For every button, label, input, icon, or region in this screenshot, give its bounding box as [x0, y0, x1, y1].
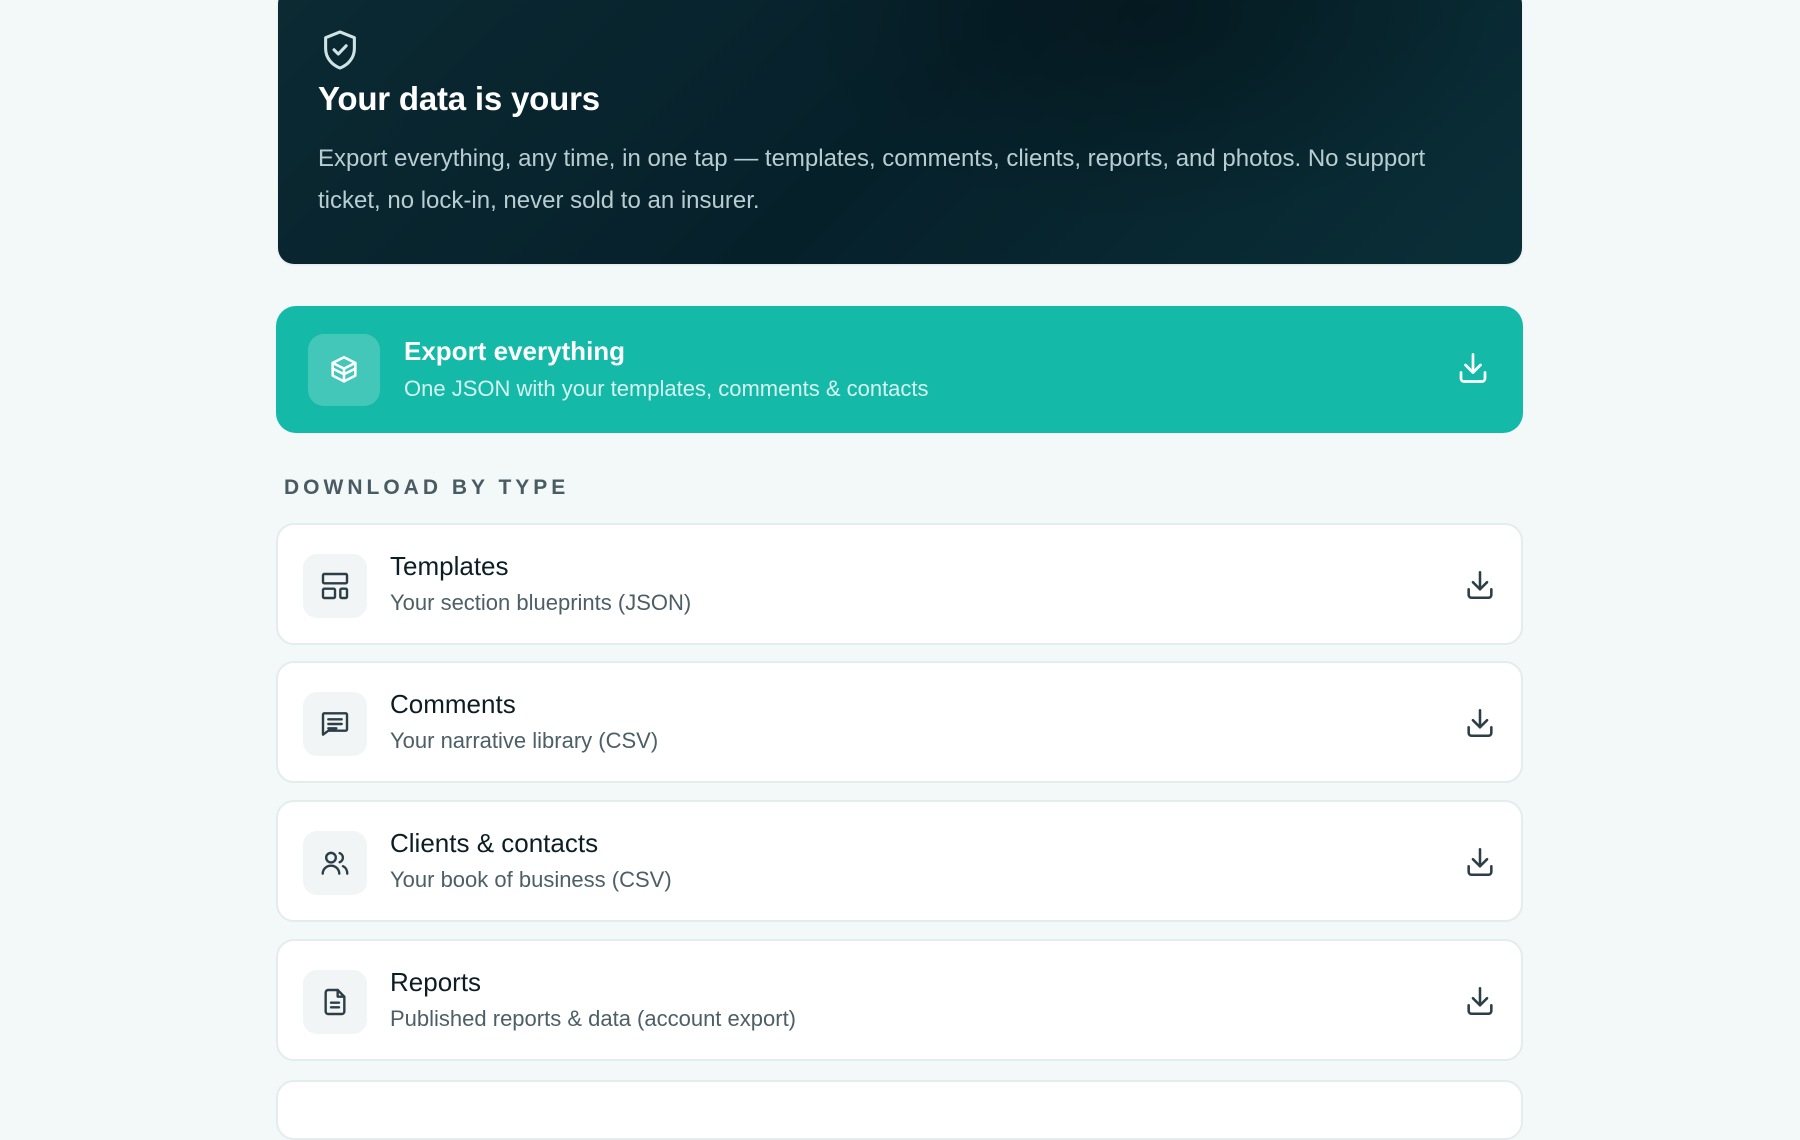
- export-everything-button[interactable]: Export everything One JSON with your tem…: [276, 306, 1523, 433]
- export-everything-title: Export everything: [404, 336, 626, 366]
- row-subtitle: Your section blueprints (JSON): [390, 590, 692, 615]
- download-templates-row[interactable]: Templates Your section blueprints (JSON): [276, 523, 1523, 645]
- download-icon: [1463, 984, 1497, 1018]
- layout-template-icon: [303, 554, 367, 618]
- download-comments-row[interactable]: Comments Your narrative library (CSV): [276, 661, 1523, 783]
- banner-description: Export everything, any time, in one tap …: [318, 145, 1426, 214]
- download-icon: [1463, 845, 1497, 879]
- row-subtitle: Published reports & data (account export…: [390, 1006, 797, 1031]
- row-title: Comments: [390, 689, 516, 719]
- export-everything-subtitle: One JSON with your templates, comments &…: [404, 376, 929, 401]
- row-title: Templates: [390, 551, 509, 581]
- row-title: Clients & contacts: [390, 828, 599, 858]
- file-text-icon: [303, 970, 367, 1034]
- section-heading: DOWNLOAD BY TYPE: [284, 476, 570, 499]
- data-ownership-banner: Your data is yours Export everything, an…: [278, 0, 1522, 264]
- shield-check-icon: [317, 27, 363, 73]
- download-icon: [1463, 706, 1497, 740]
- row-title: Reports: [390, 967, 482, 997]
- row-subtitle: Your narrative library (CSV): [390, 728, 659, 753]
- download-reports-row[interactable]: Reports Published reports & data (accoun…: [276, 939, 1523, 1061]
- download-row-partial[interactable]: [276, 1080, 1523, 1140]
- message-square-text-icon: [303, 692, 367, 756]
- download-icon: [1455, 350, 1491, 386]
- package-icon: [308, 334, 380, 406]
- row-subtitle: Your book of business (CSV): [390, 867, 672, 892]
- download-icon: [1463, 568, 1497, 602]
- download-clients-row[interactable]: Clients & contacts Your book of business…: [276, 800, 1523, 922]
- users-icon: [303, 831, 367, 895]
- banner-title: Your data is yours: [318, 80, 600, 117]
